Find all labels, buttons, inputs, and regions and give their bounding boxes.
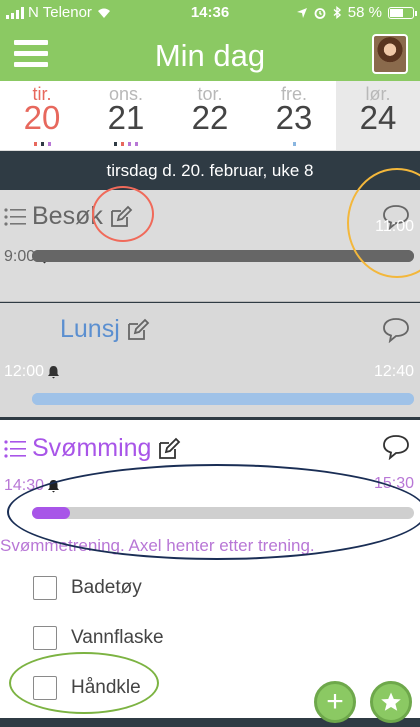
- event-dot: [47, 142, 51, 146]
- progress-fill: [32, 507, 71, 519]
- event-dot: [135, 142, 138, 146]
- day-tab-23[interactable]: fre. 23: [252, 81, 336, 150]
- event-start-time: 12:00: [4, 363, 60, 381]
- checklist-item-label: Vannflaske: [71, 627, 164, 648]
- event-dot: [121, 142, 124, 146]
- comment-icon[interactable]: [382, 317, 410, 343]
- app-screen: N Telenor 14:36 58 % Min dag tir. 20 ons. 2…: [0, 0, 420, 727]
- day-number: 21: [107, 99, 145, 136]
- day-number: 23: [275, 99, 313, 136]
- event-card-svomming[interactable]: Svømming 14:30 15:30 Svømmetrening. Axel…: [0, 420, 420, 718]
- event-title-row: Lunsj: [60, 315, 150, 344]
- event-dot: [33, 142, 37, 146]
- checkbox[interactable]: [33, 576, 57, 600]
- event-title: Lunsj: [60, 315, 120, 343]
- start-time: 12:00: [4, 363, 45, 380]
- date-label: tirsdag d. 20. februar, uke 8: [0, 152, 420, 190]
- alarm-icon: [314, 7, 326, 19]
- checklist-icon[interactable]: [4, 207, 26, 227]
- favorites-button[interactable]: [370, 681, 412, 723]
- location-icon: [296, 7, 307, 18]
- day-number: 22: [191, 99, 229, 136]
- edit-icon[interactable]: [157, 437, 181, 461]
- checklist-item[interactable]: Håndkle: [33, 676, 141, 700]
- event-dot: [40, 142, 44, 146]
- event-dots: [0, 142, 84, 146]
- day-tab-22[interactable]: tor. 22: [168, 81, 252, 150]
- event-progress-bar: [32, 250, 414, 262]
- star-icon: [381, 692, 401, 711]
- week-day-strip: tir. 20 ons. 21 tor. 22 fre. 23 lør. 24: [0, 81, 420, 151]
- comment-icon[interactable]: [382, 434, 410, 460]
- event-dot: [292, 142, 296, 146]
- checklist-icon[interactable]: [4, 439, 26, 459]
- event-note: Svømmetrening. Axel henter etter trening…: [0, 536, 315, 555]
- checkbox[interactable]: [33, 676, 57, 700]
- progress-fill: [32, 393, 414, 405]
- bluetooth-icon: [333, 6, 341, 19]
- battery-icon: [388, 6, 417, 19]
- event-dot: [114, 142, 117, 146]
- event-card-lunsj[interactable]: Lunsj 12:00 12:40: [0, 303, 420, 417]
- bell-icon: [48, 480, 60, 493]
- edit-icon[interactable]: [109, 205, 133, 229]
- edit-icon[interactable]: [126, 318, 150, 342]
- event-dots: [252, 142, 336, 146]
- day-tab-24[interactable]: lør. 24: [336, 81, 420, 150]
- event-title: Besøk: [32, 202, 103, 230]
- user-avatar[interactable]: [372, 34, 408, 74]
- event-card-besok[interactable]: Besøk 9:00 11:00: [0, 190, 420, 302]
- event-dots: [84, 142, 168, 146]
- bottom-bar: [0, 718, 420, 727]
- checklist-item-label: Badetøy: [71, 577, 142, 598]
- start-time: 14:30: [4, 477, 45, 494]
- checkbox[interactable]: [33, 626, 57, 650]
- event-progress-bar: [32, 507, 414, 519]
- event-start-time: 14:30: [4, 477, 60, 495]
- event-end-time: 15:30: [373, 475, 414, 492]
- page-title: Min dag: [154, 38, 266, 73]
- progress-fill: [32, 250, 414, 262]
- day-number: 24: [359, 99, 397, 136]
- plus-icon: +: [326, 685, 344, 718]
- start-time: 9:00: [4, 248, 36, 265]
- add-event-button[interactable]: +: [314, 681, 356, 723]
- battery-percent: 58 %: [347, 4, 382, 21]
- event-title-row: Besøk: [4, 202, 133, 231]
- bell-icon: [48, 366, 60, 379]
- event-progress-bar: [32, 393, 414, 405]
- checklist-item[interactable]: Vannflaske: [33, 626, 164, 650]
- checklist-item[interactable]: Badetøy: [33, 576, 142, 600]
- event-title-row: Svømming: [4, 434, 181, 463]
- event-end-time: 12:40: [373, 363, 414, 380]
- day-tab-20[interactable]: tir. 20: [0, 81, 84, 150]
- event-title: Svømming: [32, 434, 152, 462]
- checklist-item-label: Håndkle: [71, 677, 141, 698]
- status-right: 58 %: [296, 4, 417, 21]
- event-dot: [128, 142, 131, 146]
- day-tab-21[interactable]: ons. 21: [84, 81, 168, 150]
- status-bar: N Telenor 14:36 58 %: [0, 0, 420, 26]
- day-number: 20: [23, 99, 61, 136]
- event-end-time: 11:00: [375, 218, 414, 235]
